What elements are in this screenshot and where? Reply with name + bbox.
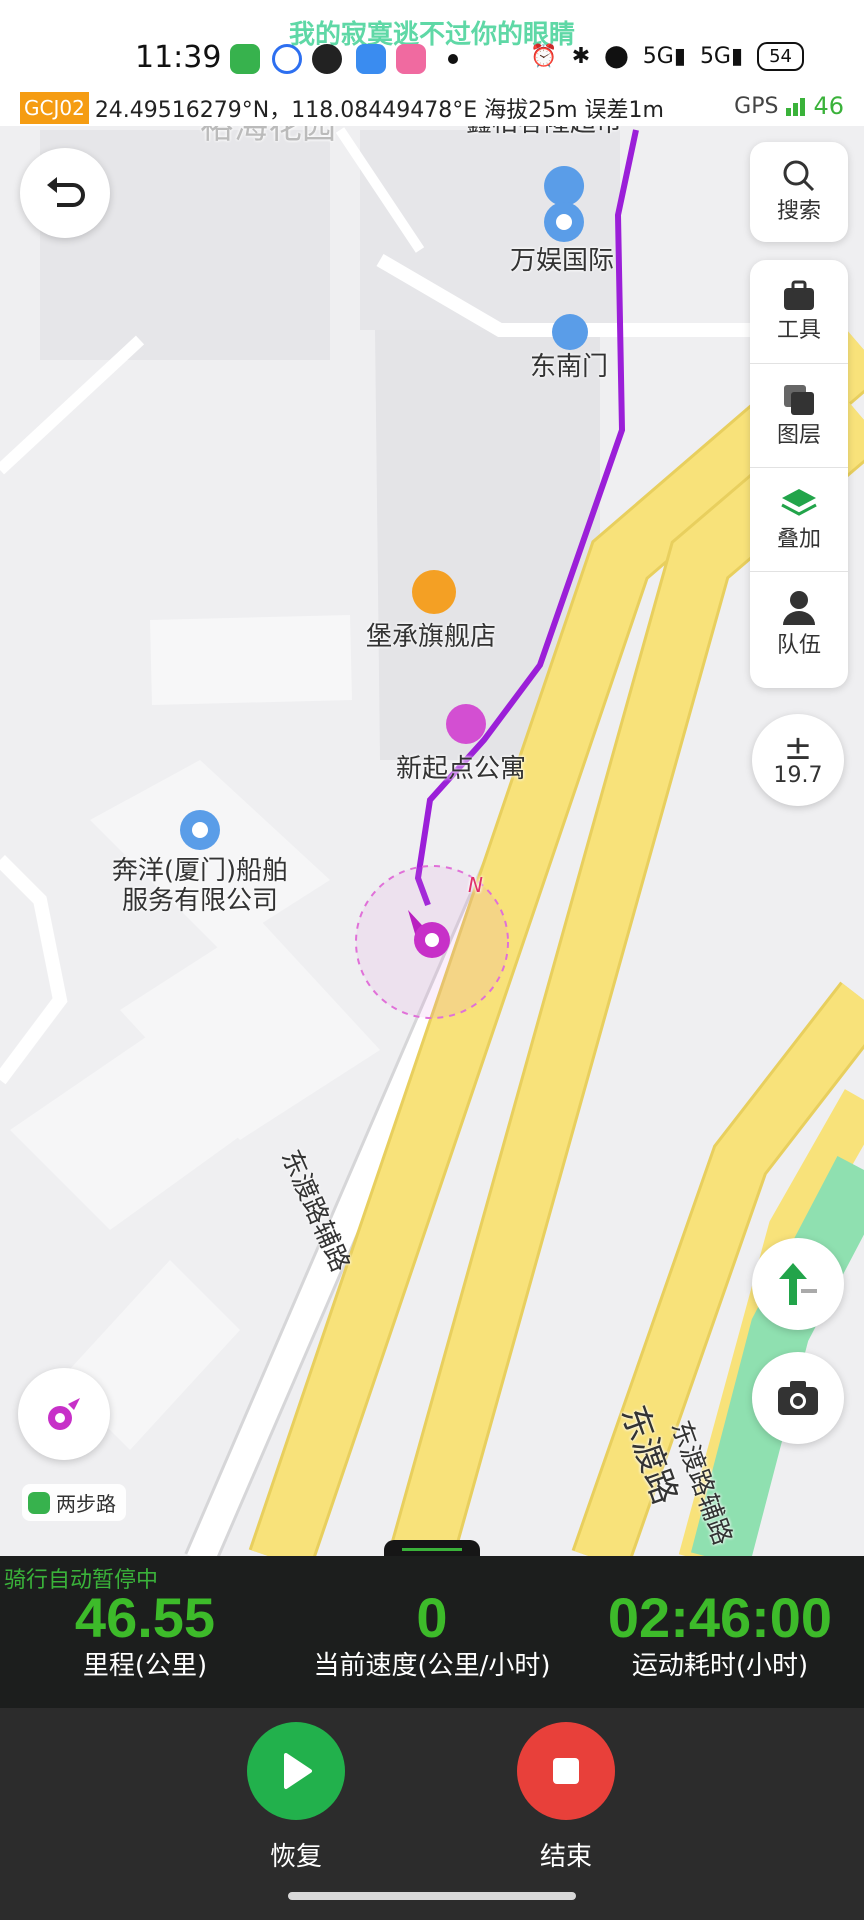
- resume-button[interactable]: [247, 1722, 345, 1820]
- navigation-direction-button[interactable]: [752, 1238, 844, 1330]
- speed-value: 0: [416, 1586, 448, 1649]
- brand-logo-icon: [28, 1491, 50, 1514]
- speed-label: 当前速度(公里/小时): [313, 1651, 551, 1681]
- baidu-icon: [272, 44, 302, 74]
- camera-icon: [778, 1381, 818, 1415]
- stats-panel: 骑行自动暂停中 46.55 里程(公里) 0 当前速度(公里/小时) 02:46…: [0, 1556, 864, 1708]
- poi-label-southeast-gate: 东南门: [530, 352, 609, 382]
- signal-5g-2-icon: 5G▮: [699, 44, 744, 69]
- overlay-stack-icon: [781, 488, 817, 516]
- search-button[interactable]: 搜索: [750, 142, 848, 242]
- team-label: 队伍: [776, 633, 821, 658]
- direction-arrow-icon: [779, 1263, 817, 1305]
- signal-5g-icon: 5G▮: [642, 44, 686, 69]
- overlay-button[interactable]: 叠加: [750, 468, 848, 572]
- map-canvas: [0, 126, 864, 1556]
- poi-label-apartment: 新起点公寓: [396, 754, 527, 784]
- brand-name: 两步路: [56, 1492, 116, 1516]
- search-label: 搜索: [776, 199, 821, 224]
- home-indicator[interactable]: [288, 1892, 576, 1900]
- resume-label: 恢复: [269, 1842, 322, 1872]
- distance-stat: 46.55 里程(公里): [40, 1586, 250, 1682]
- zoom-button[interactable]: ± 19.7: [752, 714, 844, 806]
- controls-bar: 恢复 结束: [0, 1708, 864, 1920]
- gps-info-bar: GCJ02 24.49516279°N，118.08449478°E 海拔25m…: [0, 90, 864, 126]
- system-indicators: ⏰ ✱ ⬤ 5G▮ 5G▮ 54: [530, 42, 804, 71]
- end-control: 结束: [516, 1722, 616, 1873]
- clock: 11:39: [135, 40, 222, 75]
- team-person-icon: [783, 591, 815, 625]
- tools-label: 工具: [776, 317, 821, 343]
- map-label-area: 裕海花园: [200, 126, 336, 147]
- poi-label-store: 堡承旗舰店: [366, 622, 497, 652]
- bluetooth-icon: ✱: [571, 44, 591, 69]
- gps-signal-icon: [786, 96, 806, 116]
- speed-stat: 0 当前速度(公里/小时): [290, 1586, 574, 1682]
- camera-button[interactable]: [752, 1352, 844, 1444]
- back-button[interactable]: [20, 148, 110, 238]
- coord-system-badge: GCJ02: [20, 92, 89, 124]
- resume-control: 恢复: [246, 1722, 346, 1873]
- poi-label-wanyu: 万娱国际: [510, 246, 615, 276]
- alarm-icon: ⏰: [530, 44, 558, 69]
- wechat-icon: [312, 44, 342, 74]
- gps-satellite-count: 46: [813, 92, 844, 120]
- zoom-level: 19.7: [773, 762, 823, 788]
- locate-me-button[interactable]: [18, 1368, 110, 1460]
- map-label-supermarket: 鑫柏客隆超市: [466, 126, 622, 138]
- status-bar: 我的寂寞逃不过你的眼睛 11:39 ⏰ ✱ ⬤ 5G▮ 5G▮ 54: [0, 0, 864, 90]
- layers-button[interactable]: 图层: [750, 364, 848, 468]
- zoom-plus-minus-icon: ±: [783, 727, 813, 768]
- distance-label: 里程(公里): [82, 1651, 208, 1681]
- more-dot-icon: [448, 54, 458, 64]
- search-panel: 搜索: [750, 142, 848, 242]
- location-arrow-icon: [48, 1398, 80, 1430]
- map-view[interactable]: 裕海花园 鑫柏客隆超市 万娱国际 东南门 堡承旗舰店 新起点公寓 奔洋(厦门)船…: [0, 126, 864, 1556]
- stop-icon: [553, 1758, 579, 1784]
- duration-stat: 02:46:00 运动耗时(小时): [606, 1586, 834, 1682]
- team-button[interactable]: 队伍: [750, 572, 848, 676]
- poi-label-company: 奔洋(厦门)船舶服务有限公司: [111, 856, 289, 916]
- battery-icon: 54: [757, 42, 804, 71]
- layers-label: 图层: [776, 422, 821, 448]
- duration-value: 02:46:00: [607, 1586, 833, 1649]
- duration-label: 运动耗时(小时): [631, 1651, 809, 1681]
- overlay-label: 叠加: [776, 526, 821, 552]
- bilibili-icon: [396, 44, 426, 74]
- end-button[interactable]: [517, 1722, 615, 1820]
- search-icon: [783, 160, 815, 192]
- app-notification-icon: [230, 44, 260, 74]
- gps-status: GPS 46: [734, 92, 844, 120]
- app-blue-icon: [356, 44, 386, 74]
- play-icon: [284, 1753, 312, 1789]
- toolbox-icon: [784, 280, 814, 310]
- distance-value: 46.55: [74, 1586, 216, 1649]
- tools-button[interactable]: 工具: [750, 260, 848, 364]
- coordinates-text: 24.49516279°N，118.08449478°E 海拔25m 误差1m: [94, 98, 664, 123]
- back-arrow-icon: [47, 177, 85, 207]
- gps-label: GPS: [734, 93, 779, 119]
- brand-watermark: 两步路: [22, 1484, 126, 1521]
- tools-panel: 工具 图层 叠加 队伍: [750, 260, 848, 688]
- end-label: 结束: [539, 1842, 592, 1872]
- location-icon: ⬤: [604, 44, 629, 69]
- layers-icon: [784, 384, 814, 415]
- compass-north-label: N: [468, 873, 483, 897]
